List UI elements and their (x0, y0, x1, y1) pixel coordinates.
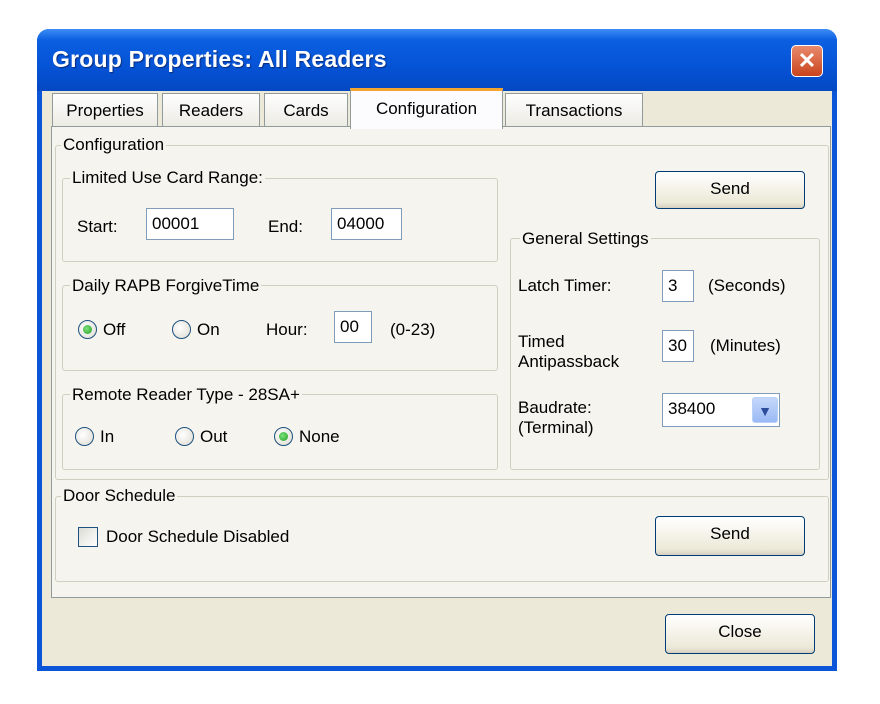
latch-timer-unit: (Seconds) (708, 276, 786, 295)
hour-input[interactable]: 00 (334, 311, 372, 343)
rapb-off-radio[interactable] (78, 320, 97, 339)
hour-label: Hour: (266, 320, 308, 339)
latch-timer-input[interactable]: 3 (662, 270, 694, 302)
configuration-legend: Configuration (61, 135, 167, 155)
hour-range-label: (0-23) (390, 320, 436, 339)
door-schedule-checkbox[interactable] (78, 527, 98, 547)
chevron-down-icon[interactable]: ▼ (752, 397, 778, 423)
rapb-on-label[interactable]: On (197, 320, 220, 340)
end-label: End: (268, 217, 303, 236)
baudrate-label-line1: Baudrate: (518, 398, 592, 417)
end-input[interactable]: 04000 (331, 208, 402, 240)
baudrate-value: 38400 (668, 399, 716, 418)
reader-none-radio[interactable] (274, 427, 293, 446)
rapb-on-radio[interactable] (172, 320, 191, 339)
general-settings-legend: General Settings (520, 229, 651, 249)
config-send-button[interactable]: Send (655, 171, 805, 209)
start-input[interactable]: 00001 (146, 208, 234, 240)
latch-timer-label: Latch Timer: (518, 276, 612, 295)
door-schedule-send-button[interactable]: Send (655, 516, 805, 556)
reader-none-label[interactable]: None (299, 427, 340, 447)
timed-antipassback-unit: (Minutes) (710, 336, 781, 355)
limited-use-legend: Limited Use Card Range: (70, 168, 265, 188)
door-schedule-legend: Door Schedule (61, 486, 178, 506)
door-schedule-checkbox-label[interactable]: Door Schedule Disabled (106, 527, 289, 547)
daily-rapb-legend: Daily RAPB ForgiveTime (70, 276, 262, 296)
reader-in-radio[interactable] (75, 427, 94, 446)
reader-out-label[interactable]: Out (200, 427, 227, 447)
timed-antipassback-input[interactable]: 30 (662, 330, 694, 362)
rapb-off-label[interactable]: Off (103, 320, 125, 340)
timed-label-line2: Antipassback (518, 352, 620, 371)
reader-in-label[interactable]: In (100, 427, 114, 447)
start-label: Start: (77, 217, 118, 236)
panel-content: Configuration Limited Use Card Range: St… (0, 0, 880, 704)
timed-label-line1: Timed (518, 332, 565, 351)
remote-reader-legend: Remote Reader Type - 28SA+ (70, 385, 302, 405)
baudrate-label-line2: (Terminal) (518, 418, 594, 437)
reader-out-radio[interactable] (175, 427, 194, 446)
